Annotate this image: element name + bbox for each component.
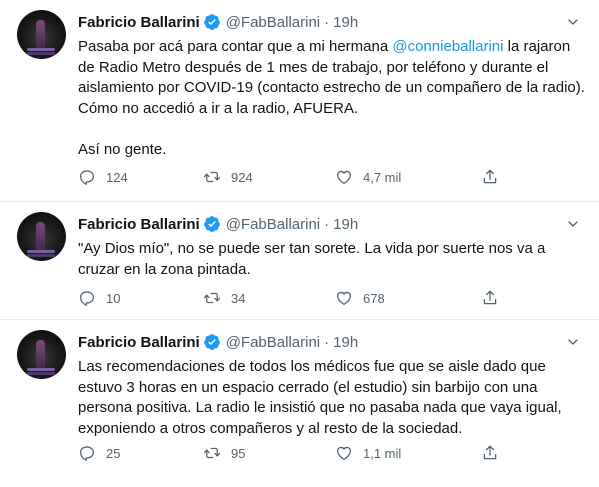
retweet-button[interactable]: 924 xyxy=(203,168,253,186)
avatar[interactable] xyxy=(17,330,66,379)
tweet-actions: 124 924 4,7 mil xyxy=(78,168,508,188)
like-button[interactable]: 678 xyxy=(335,289,385,307)
tweet[interactable]: Fabricio Ballarini @FabBallarini · 19h L… xyxy=(0,320,599,487)
share-button[interactable] xyxy=(481,168,509,186)
tweet-text-part: la rajaron de Radio Metro después de 1 m… xyxy=(78,38,585,158)
author-handle[interactable]: @FabBallarini xyxy=(226,14,320,31)
tweet-header: Fabricio Ballarini @FabBallarini · 19h xyxy=(78,213,358,235)
like-button[interactable]: 4,7 mil xyxy=(335,168,401,186)
reply-count: 25 xyxy=(106,445,121,461)
like-count: 4,7 mil xyxy=(363,169,402,185)
like-icon xyxy=(336,291,352,306)
author-name[interactable]: Fabricio Ballarini xyxy=(78,216,200,233)
reply-count: 124 xyxy=(106,169,128,185)
retweet-count: 95 xyxy=(231,445,246,461)
tweet[interactable]: Fabricio Ballarini @FabBallarini · 19h P… xyxy=(0,0,599,202)
reply-button[interactable]: 25 xyxy=(78,444,120,462)
reply-icon xyxy=(79,170,95,185)
separator-dot: · xyxy=(324,215,330,233)
mention-link[interactable]: @connieballarini xyxy=(392,38,503,55)
retweet-icon xyxy=(203,171,221,183)
tweet-text-part: Pasaba por acá para contar que a mi herm… xyxy=(78,38,393,55)
separator-dot: · xyxy=(324,333,330,351)
retweet-button[interactable]: 95 xyxy=(203,444,245,462)
avatar[interactable] xyxy=(17,10,66,59)
tweet-actions: 10 34 678 xyxy=(78,289,508,309)
author-handle[interactable]: @FabBallarini xyxy=(226,216,320,233)
tweet-text: Pasaba por acá para contar que a mi herm… xyxy=(78,37,588,160)
verified-badge-icon xyxy=(203,14,220,30)
retweet-count: 924 xyxy=(231,169,253,185)
more-caret-icon[interactable] xyxy=(565,216,581,232)
separator-dot: · xyxy=(324,13,330,31)
tweet[interactable]: Fabricio Ballarini @FabBallarini · 19h "… xyxy=(0,202,599,320)
verified-badge-icon xyxy=(203,334,220,350)
tweet-actions: 25 95 1,1 mil xyxy=(78,444,508,464)
tweet-header: Fabricio Ballarini @FabBallarini · 19h xyxy=(78,331,358,353)
more-caret-icon[interactable] xyxy=(565,14,581,30)
reply-button[interactable]: 10 xyxy=(78,289,120,307)
retweet-button[interactable]: 34 xyxy=(203,289,245,307)
like-button[interactable]: 1,1 mil xyxy=(335,444,401,462)
retweet-icon xyxy=(203,292,221,304)
like-icon xyxy=(336,446,352,461)
tweet-text: "Ay Dios mío", no se puede ser tan soret… xyxy=(78,240,550,278)
author-name[interactable]: Fabricio Ballarini xyxy=(78,14,200,31)
more-caret-icon[interactable] xyxy=(565,334,581,350)
share-icon xyxy=(483,445,497,460)
avatar[interactable] xyxy=(17,212,66,261)
tweet-header: Fabricio Ballarini @FabBallarini · 19h xyxy=(78,11,358,33)
like-icon xyxy=(336,170,352,185)
share-icon xyxy=(483,290,497,305)
reply-icon xyxy=(79,446,95,461)
reply-button[interactable]: 124 xyxy=(78,168,128,186)
share-button[interactable] xyxy=(481,444,509,462)
like-count: 1,1 mil xyxy=(363,445,402,461)
retweet-count: 34 xyxy=(231,290,246,306)
retweet-icon xyxy=(203,447,221,459)
author-handle[interactable]: @FabBallarini xyxy=(226,334,320,351)
share-button[interactable] xyxy=(481,289,509,307)
tweet-timestamp[interactable]: 19h xyxy=(333,334,358,351)
author-name[interactable]: Fabricio Ballarini xyxy=(78,334,200,351)
reply-count: 10 xyxy=(106,290,121,306)
tweet-text: Las recomendaciones de todos los médicos… xyxy=(78,358,566,437)
reply-icon xyxy=(79,291,95,306)
tweet-timestamp[interactable]: 19h xyxy=(333,216,358,233)
verified-badge-icon xyxy=(203,216,220,232)
tweet-thread: Fabricio Ballarini @FabBallarini · 19h P… xyxy=(0,0,599,487)
like-count: 678 xyxy=(363,290,385,306)
tweet-timestamp[interactable]: 19h xyxy=(333,14,358,31)
share-icon xyxy=(483,169,497,184)
